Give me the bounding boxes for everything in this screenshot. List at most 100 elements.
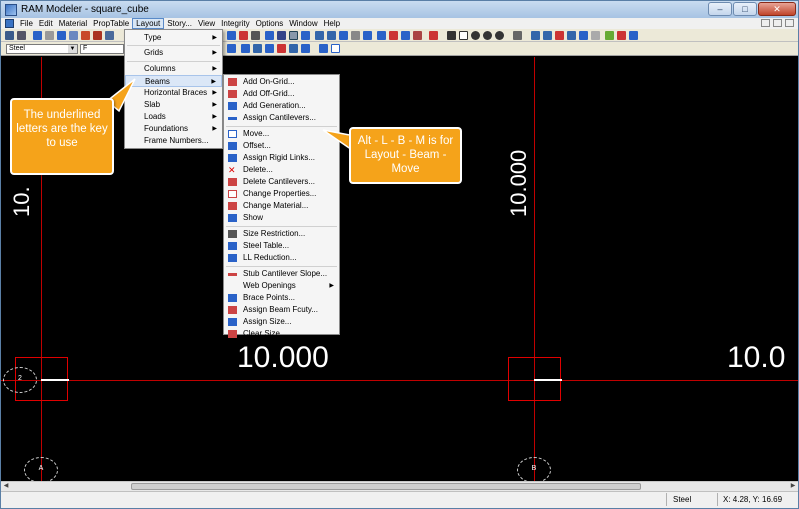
menu-story[interactable]: Story...: [164, 18, 195, 29]
redo-icon[interactable]: [591, 31, 600, 40]
layout-load-icon[interactable]: [363, 31, 372, 40]
menu-view[interactable]: View: [195, 18, 218, 29]
layout-menu-foundations[interactable]: Foundations ▶: [125, 123, 222, 135]
menu-edit[interactable]: Edit: [36, 18, 56, 29]
scroll-thumb[interactable]: [131, 483, 641, 490]
design-icon[interactable]: [543, 31, 552, 40]
zoom-extents-icon[interactable]: [495, 31, 504, 40]
wall-icon[interactable]: [81, 31, 90, 40]
beams-delete[interactable]: ✕ Delete...: [224, 164, 339, 176]
save-icon[interactable]: [5, 31, 14, 40]
menu-file[interactable]: File: [17, 18, 36, 29]
export-icon[interactable]: [605, 31, 614, 40]
beams-add-on-grid[interactable]: Add On-Grid...: [224, 76, 339, 88]
results-icon[interactable]: [567, 31, 576, 40]
menu-window[interactable]: Window: [286, 18, 320, 29]
layout-menu-frame-numbers[interactable]: Frame Numbers...: [125, 135, 222, 147]
load-view-icon[interactable]: [277, 44, 286, 53]
beam-view-icon[interactable]: [253, 44, 262, 53]
frame-icon[interactable]: [239, 31, 248, 40]
beams-brace-points[interactable]: Brace Points...: [224, 292, 339, 304]
about-icon[interactable]: [629, 31, 638, 40]
beams-stub-cantilever-slope[interactable]: Stub Cantilever Slope...: [224, 268, 339, 280]
grid-icon[interactable]: [33, 31, 42, 40]
menu-integrity[interactable]: Integrity: [218, 18, 252, 29]
chevron-down-icon[interactable]: ▼: [68, 45, 77, 53]
view-icon[interactable]: [227, 31, 236, 40]
beams-show[interactable]: Show: [224, 212, 339, 224]
layout-slab-icon[interactable]: [351, 31, 360, 40]
beams-size-restriction[interactable]: Size Restriction...: [224, 228, 339, 240]
beam-stub[interactable]: [41, 379, 69, 381]
chart-icon[interactable]: [531, 31, 540, 40]
horizontal-scrollbar[interactable]: ◀ ▶: [1, 481, 798, 491]
floor-select[interactable]: F: [80, 44, 124, 54]
column-icon[interactable]: [45, 31, 54, 40]
beams-add-off-grid[interactable]: Add Off-Grid...: [224, 88, 339, 100]
layout-wall-icon[interactable]: [339, 31, 348, 40]
doc-close-button[interactable]: [785, 19, 794, 27]
beams-web-openings[interactable]: Web Openings ▶: [224, 280, 339, 292]
beams-steel-table[interactable]: Steel Table...: [224, 240, 339, 252]
column-view-icon[interactable]: [241, 44, 250, 53]
beams-delete-cantilevers[interactable]: Delete Cantilevers...: [224, 176, 339, 188]
print-icon[interactable]: [17, 31, 26, 40]
undo-icon[interactable]: [579, 31, 588, 40]
select-icon[interactable]: [277, 31, 286, 40]
beams-ll-reduction[interactable]: LL Reduction...: [224, 252, 339, 264]
layout-menu-grids[interactable]: Grids ▶: [125, 47, 222, 59]
document-icon[interactable]: [5, 19, 14, 28]
menu-proptable[interactable]: PropTable: [90, 18, 132, 29]
help-icon[interactable]: [617, 31, 626, 40]
doc-restore-button[interactable]: [773, 19, 782, 27]
pan-icon[interactable]: [447, 31, 456, 40]
grid-view-icon[interactable]: [227, 44, 236, 53]
beams-assign-beam-fcuty[interactable]: Assign Beam Fcuty...: [224, 304, 339, 316]
show-icon[interactable]: [377, 31, 386, 40]
member-icon[interactable]: [513, 31, 522, 40]
layout-menu-columns[interactable]: Columns ▶: [125, 63, 222, 75]
beams-assign-size[interactable]: Assign Size...: [224, 316, 339, 328]
zoom-icon[interactable]: [265, 31, 274, 40]
snap-icon[interactable]: [301, 31, 310, 40]
table-icon[interactable]: [251, 31, 260, 40]
doc-minimize-button[interactable]: [761, 19, 770, 27]
menu-options[interactable]: Options: [253, 18, 287, 29]
menu-help[interactable]: Help: [321, 18, 343, 29]
window-zoom-icon[interactable]: [459, 31, 468, 40]
beam-icon[interactable]: [57, 31, 66, 40]
toggle-b-icon[interactable]: [331, 44, 340, 53]
beams-change-material[interactable]: Change Material...: [224, 200, 339, 212]
slab-icon[interactable]: [93, 31, 102, 40]
copy-icon[interactable]: [401, 31, 410, 40]
wall-view-icon[interactable]: [265, 44, 274, 53]
beams-add-generation[interactable]: Add Generation...: [224, 100, 339, 112]
beams-change-properties[interactable]: Change Properties...: [224, 188, 339, 200]
toggle-a-icon[interactable]: [319, 44, 328, 53]
beams-clear-size[interactable]: Clear Size...: [224, 328, 339, 338]
beams-assign-cantilevers[interactable]: Assign Cantilevers...: [224, 112, 339, 124]
slab-view-icon[interactable]: [289, 44, 298, 53]
scroll-right-icon[interactable]: ▶: [788, 482, 798, 491]
deck-icon[interactable]: [105, 31, 114, 40]
report-icon[interactable]: [413, 31, 422, 40]
scroll-left-icon[interactable]: ◀: [1, 482, 11, 491]
brace-icon[interactable]: [69, 31, 78, 40]
layout-column-icon[interactable]: [327, 31, 336, 40]
maximize-button[interactable]: □: [733, 2, 757, 16]
menu-material[interactable]: Material: [56, 18, 90, 29]
zoom-out-icon[interactable]: [483, 31, 492, 40]
delete-icon[interactable]: [389, 31, 398, 40]
deck-view-icon[interactable]: [301, 44, 310, 53]
material-select[interactable]: Steel ▼: [6, 44, 78, 54]
layout-beam-icon[interactable]: [315, 31, 324, 40]
layout-menu-type[interactable]: Type ▶: [125, 32, 222, 44]
menu-layout[interactable]: Layout: [132, 18, 165, 29]
check-icon[interactable]: [555, 31, 564, 40]
minimize-button[interactable]: –: [708, 2, 732, 16]
drawing-canvas[interactable]: 10.000 10.0 10. 10.000 2 A B: [1, 57, 798, 481]
beam-stub[interactable]: [534, 379, 562, 381]
rotate-icon[interactable]: [429, 31, 438, 40]
close-button[interactable]: ✕: [758, 2, 796, 16]
zoom-in-icon[interactable]: [471, 31, 480, 40]
